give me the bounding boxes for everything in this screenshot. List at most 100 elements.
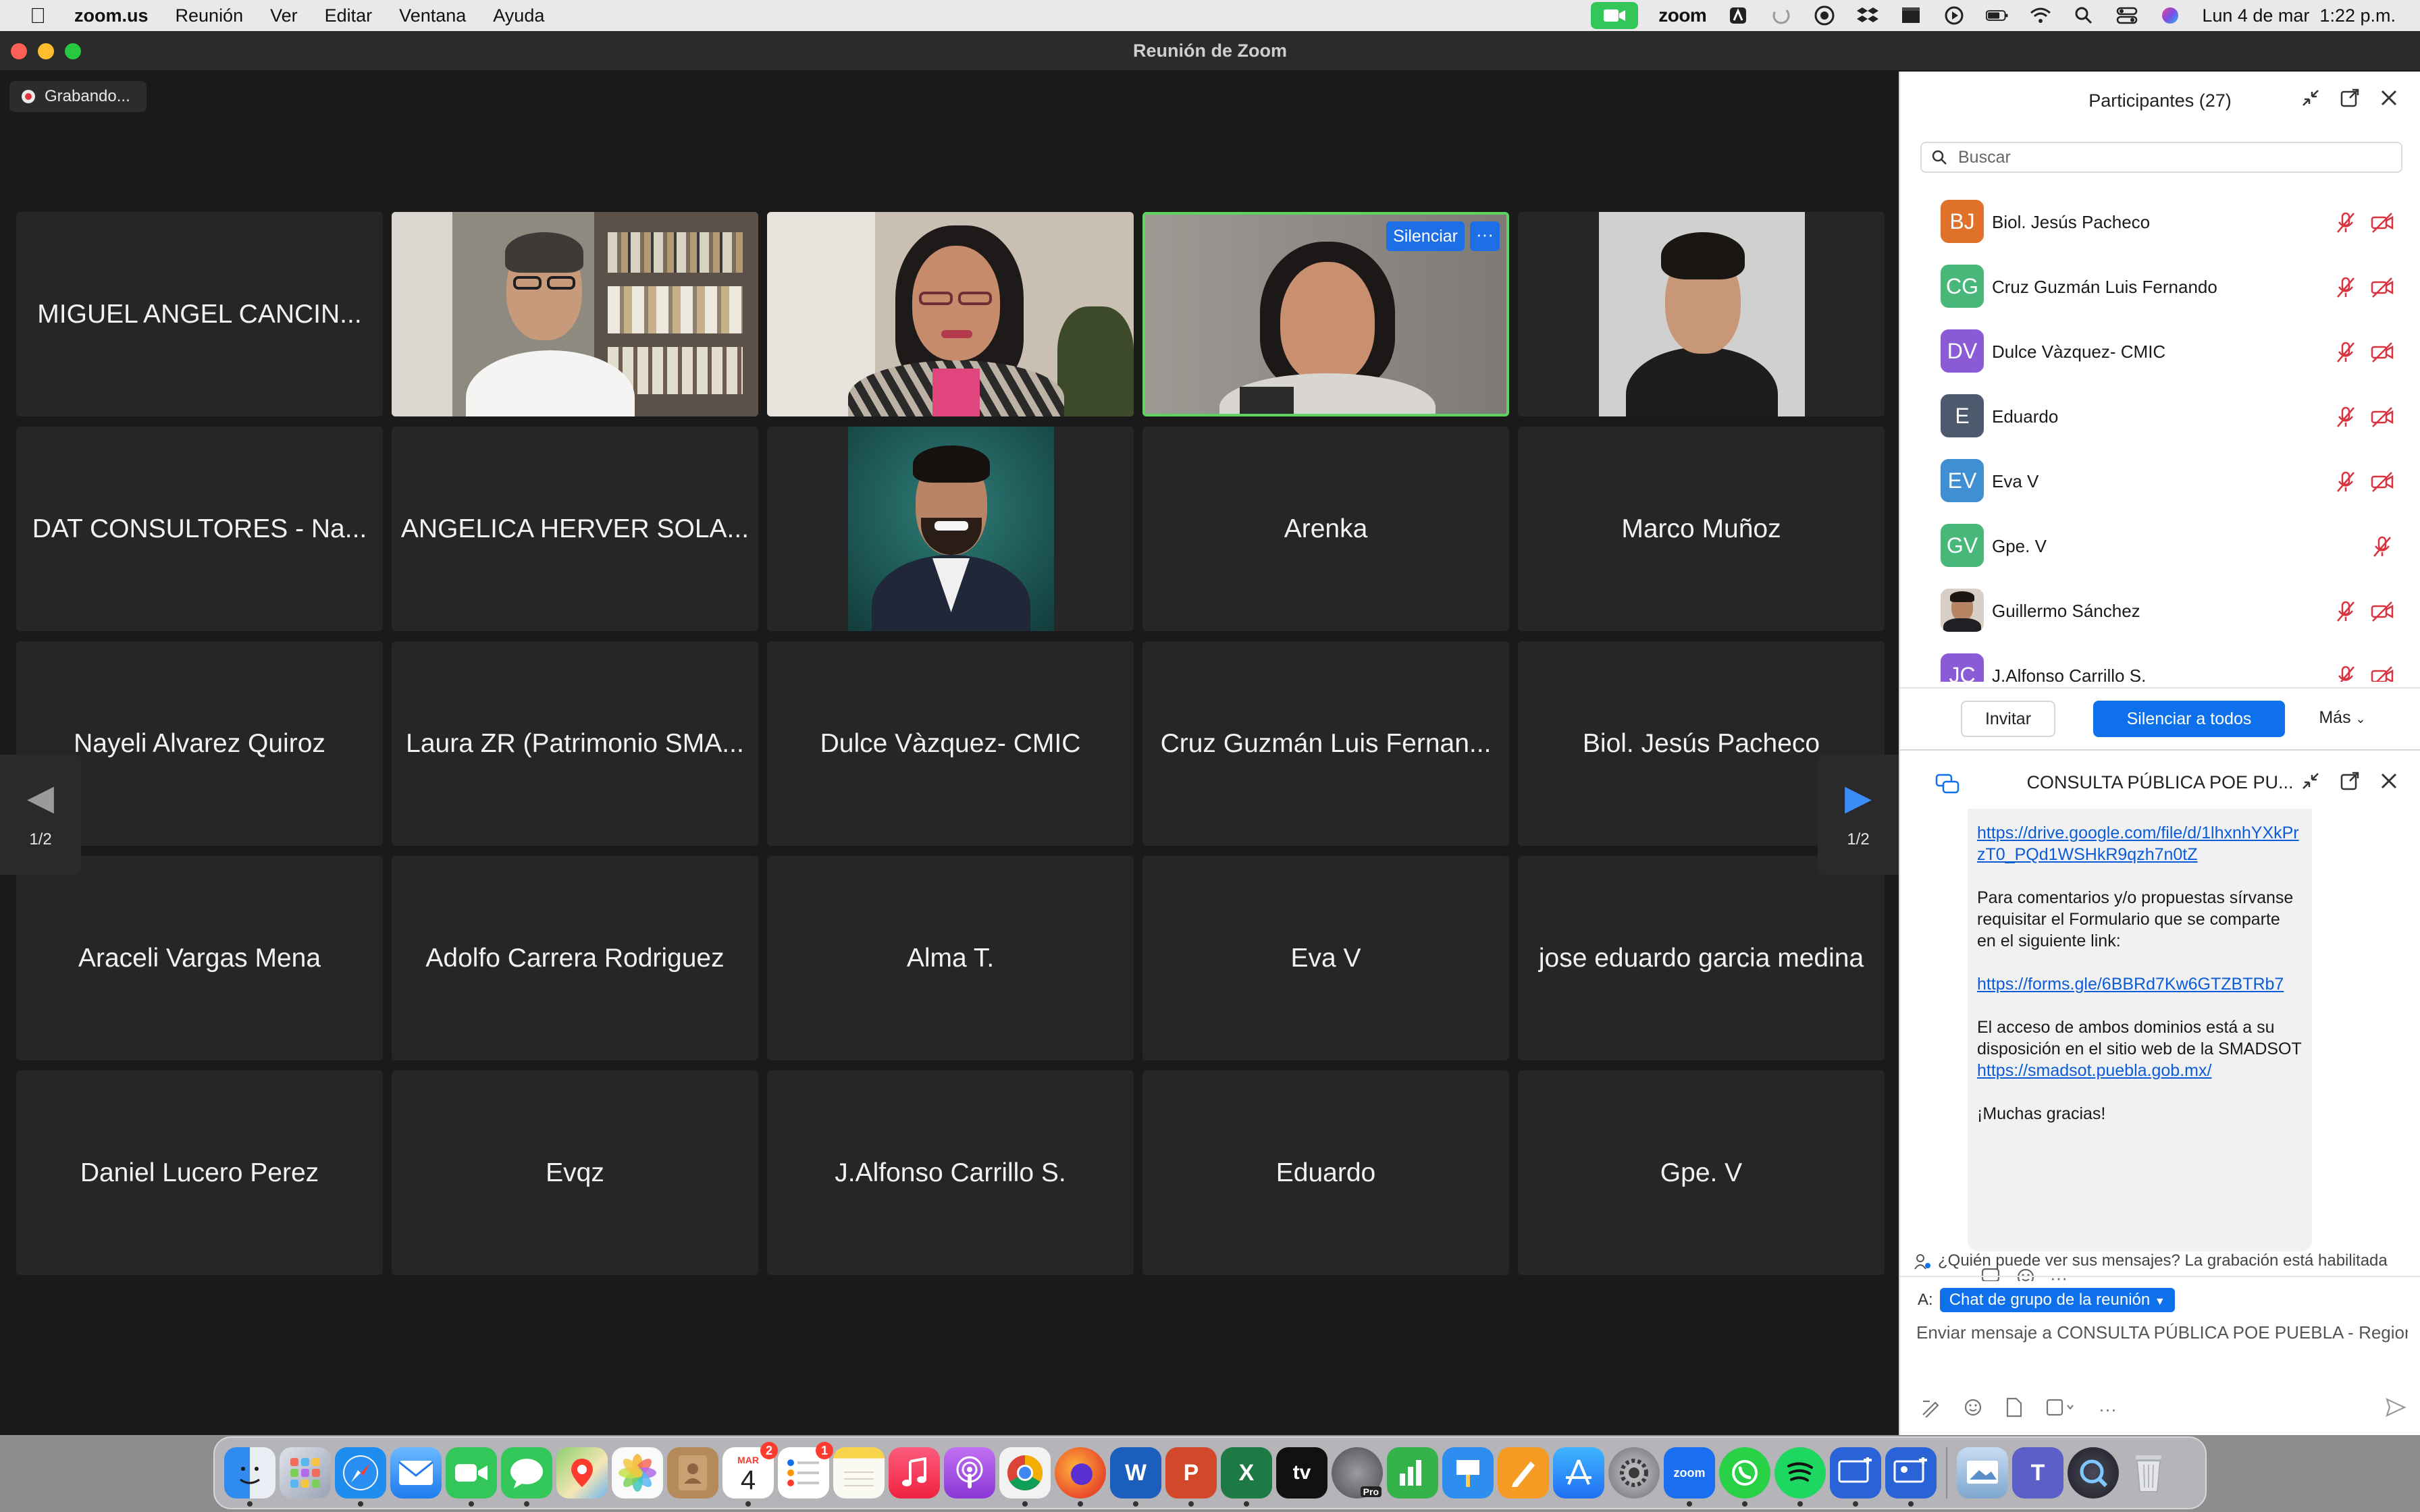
facetime-icon[interactable]	[446, 1447, 497, 1507]
messages-icon[interactable]	[501, 1447, 552, 1507]
participant-video-tile[interactable]	[1518, 212, 1885, 416]
chat-message-input[interactable]: Enviar mensaje a CONSULTA PÚBLICA POE PU…	[1916, 1318, 2408, 1347]
pop-out-icon[interactable]	[2339, 88, 2361, 109]
participant-tile[interactable]: Arenka	[1142, 427, 1509, 631]
video-off-icon[interactable]	[2370, 211, 2394, 235]
pop-out-chat-icon[interactable]	[2339, 771, 2361, 792]
mic-muted-icon[interactable]	[2334, 405, 2358, 429]
video-off-icon[interactable]	[2370, 470, 2394, 494]
mic-muted-icon[interactable]	[2370, 535, 2394, 559]
excel-icon[interactable]: X	[1221, 1447, 1272, 1507]
menu-editar[interactable]: Editar	[325, 5, 373, 26]
participant-tile[interactable]: Eva V	[1142, 856, 1509, 1060]
menu-app-name[interactable]: zoom.us	[74, 5, 149, 26]
loading-tray-icon[interactable]	[1770, 4, 1793, 27]
participant-tile[interactable]: Araceli Vargas Mena	[16, 856, 383, 1060]
mic-muted-icon[interactable]	[2334, 340, 2358, 364]
apple-tv-icon[interactable]: tv	[1276, 1447, 1327, 1498]
powerpoint-icon[interactable]: P	[1165, 1447, 1217, 1507]
more-participant-options-button[interactable]: Más ⌄	[2305, 701, 2379, 737]
siri-icon[interactable]	[2159, 4, 2182, 27]
participant-video-tile[interactable]	[392, 212, 758, 416]
preview-icon[interactable]	[1957, 1447, 2008, 1498]
zoom-app-icon[interactable]: zoom	[1664, 1447, 1715, 1507]
word-icon[interactable]: W	[1110, 1447, 1161, 1507]
mic-muted-icon[interactable]	[2334, 275, 2358, 300]
smadsot-link[interactable]: https://smadsot.puebla.gob.mx/	[1977, 1060, 2303, 1081]
maps-icon[interactable]	[556, 1447, 608, 1498]
launchpad-icon[interactable]	[280, 1447, 331, 1498]
drive-link[interactable]: https://drive.google.com/file/d/1lhxnhYX…	[1977, 822, 2303, 865]
participant-row[interactable]: DV Dulce Vàzquez- CMIC	[1900, 320, 2420, 385]
participant-tile[interactable]: jose eduardo garcia medina	[1518, 856, 1885, 1060]
participant-tile[interactable]: MIGUEL ANGEL CANCIN...	[16, 212, 383, 416]
firefox-icon[interactable]	[1055, 1447, 1106, 1507]
mail-icon[interactable]	[390, 1447, 442, 1498]
video-off-icon[interactable]	[2370, 664, 2394, 682]
menu-ver[interactable]: Ver	[270, 5, 298, 26]
reminders-icon[interactable]: 1	[778, 1442, 833, 1498]
teams-icon[interactable]: T	[2012, 1447, 2063, 1498]
calendar-icon[interactable]: MAR 4 2	[722, 1442, 778, 1507]
keynote-icon[interactable]	[1442, 1447, 1494, 1498]
emoji-icon[interactable]	[1964, 1398, 1982, 1422]
notes-icon[interactable]	[833, 1447, 885, 1498]
participant-search[interactable]	[1920, 142, 2402, 173]
dropbox-tray-icon[interactable]	[1856, 4, 1879, 27]
participant-row[interactable]: JC J.Alfonso Carrillo S.	[1900, 644, 2420, 682]
video-off-icon[interactable]	[2370, 599, 2394, 624]
participant-tile[interactable]: DAT CONSULTORES - Na...	[16, 427, 383, 631]
more-tools-icon[interactable]: ···	[2099, 1399, 2117, 1420]
menu-ventana[interactable]: Ventana	[399, 5, 466, 26]
participant-tile[interactable]: Alma T.	[767, 856, 1134, 1060]
screenshot-icon[interactable]	[2046, 1397, 2076, 1422]
search-input[interactable]	[1958, 146, 2390, 169]
chrome-icon[interactable]	[999, 1447, 1051, 1507]
app-store-icon[interactable]	[1553, 1447, 1604, 1498]
participant-row[interactable]: E Eduardo	[1900, 385, 2420, 450]
mic-muted-icon[interactable]	[2334, 664, 2358, 682]
pages-icon[interactable]	[1498, 1447, 1549, 1498]
participant-video-tile[interactable]	[767, 427, 1134, 631]
accessibility-tray-icon[interactable]	[1727, 4, 1750, 27]
recipient-dropdown[interactable]: Chat de grupo de la reunión ▼	[1939, 1288, 2175, 1312]
participant-row[interactable]: BJ Biol. Jesús Pacheco	[1900, 190, 2420, 255]
participant-tile[interactable]: Marco Muñoz	[1518, 427, 1885, 631]
format-text-icon[interactable]	[1920, 1397, 1941, 1422]
spotlight-search-icon[interactable]	[2072, 4, 2095, 27]
participant-tile[interactable]: Adolfo Carrera Rodriguez	[392, 856, 758, 1060]
podcasts-icon[interactable]	[944, 1447, 995, 1498]
next-page-button[interactable]: ▶ 1/2	[1818, 755, 1899, 875]
participant-tile[interactable]: Laura ZR (Patrimonio SMA...	[392, 641, 758, 846]
apple-menu-icon[interactable]: 	[24, 3, 51, 28]
final-cut-pro-icon[interactable]: Pro	[1332, 1447, 1383, 1498]
close-chat-icon[interactable]	[2378, 771, 2400, 792]
collapse-panel-icon[interactable]	[2300, 88, 2321, 109]
mic-muted-icon[interactable]	[2334, 211, 2358, 235]
zoom-tray-label[interactable]: zoom	[1658, 5, 1707, 26]
more-options-button[interactable]: ···	[1470, 221, 1500, 251]
trash-icon[interactable]	[2123, 1447, 2174, 1498]
chat-privacy-notice[interactable]: ¿Quién puede ver sus mensajes? La grabac…	[1900, 1245, 2420, 1277]
video-camera-tray-icon[interactable]	[1591, 2, 1639, 29]
clock[interactable]: Lun 4 de mar 1:22 p.m.	[2202, 5, 2396, 26]
control-center-icon[interactable]	[2115, 4, 2138, 27]
participant-row[interactable]: GV Gpe. V	[1900, 514, 2420, 579]
participant-row[interactable]: CG Cruz Guzmán Luis Fernando	[1900, 255, 2420, 320]
system-settings-icon[interactable]	[1608, 1447, 1660, 1498]
contacts-icon[interactable]	[667, 1447, 718, 1498]
screen-share-icon[interactable]	[1830, 1447, 1881, 1507]
participant-tile[interactable]: Daniel Lucero Perez	[16, 1071, 383, 1275]
previous-page-button[interactable]: ◀ 1/2	[0, 755, 81, 875]
participant-tile[interactable]: J.Alfonso Carrillo S.	[767, 1071, 1134, 1275]
whatsapp-icon[interactable]	[1719, 1447, 1770, 1507]
participant-video-tile[interactable]	[767, 212, 1134, 416]
file-attach-icon[interactable]	[2005, 1397, 2023, 1422]
close-panel-icon[interactable]	[2378, 88, 2400, 109]
play-tray-icon[interactable]	[1943, 4, 1966, 27]
participant-tile[interactable]: ANGELICA HERVER SOLA...	[392, 427, 758, 631]
participant-tile[interactable]: Evqz	[392, 1071, 758, 1275]
finder-icon[interactable]	[224, 1447, 275, 1507]
participant-row[interactable]: EV Eva V	[1900, 450, 2420, 514]
spotify-icon[interactable]	[1774, 1447, 1826, 1507]
